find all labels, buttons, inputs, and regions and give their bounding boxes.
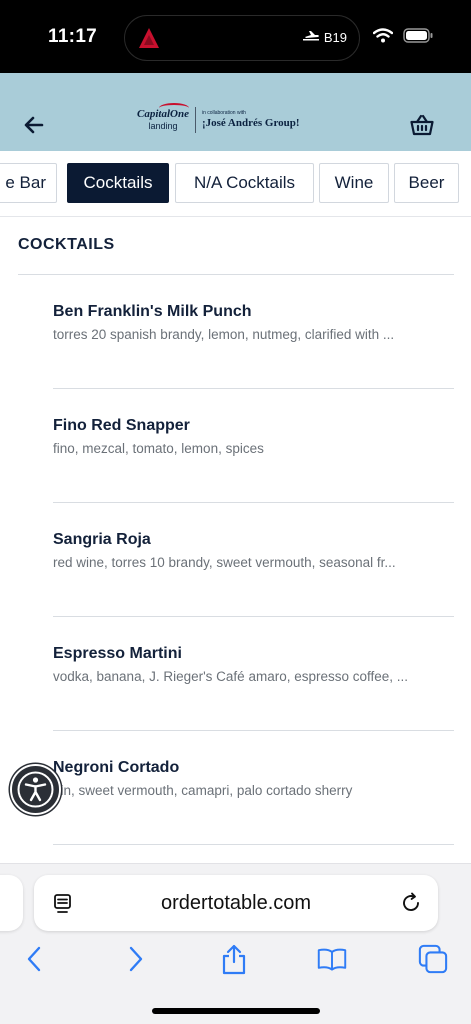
collab-text: in collaboration with xyxy=(201,110,246,116)
capital-one-landing-logo: CapitalOne landing xyxy=(137,103,189,131)
item-name: Ben Franklin's Milk Punch xyxy=(53,303,252,320)
tab-label: Cocktails xyxy=(83,173,153,192)
tab-wine[interactable]: Wine xyxy=(319,163,389,203)
jose-andres-wordmark: ¡José Andrés Group! xyxy=(201,117,300,129)
airplane-icon xyxy=(302,30,320,45)
item-description: red wine, torres 10 brandy, sweet vermou… xyxy=(53,555,396,570)
item-name: Espresso Martini xyxy=(53,645,182,662)
category-tabs: e Bar Cocktails N/A Cocktails Wine Beer xyxy=(0,151,471,217)
item-description: fino, mezcal, tomato, lemon, spices xyxy=(53,441,264,456)
tabs-icon[interactable] xyxy=(418,943,448,975)
item-name: Negroni Cortado xyxy=(53,759,180,776)
brand-logo: CapitalOne landing in collaboration with… xyxy=(137,103,300,133)
forward-icon[interactable] xyxy=(121,943,151,975)
battery-icon xyxy=(403,28,433,48)
jose-andres-logo: in collaboration with ¡José Andrés Group… xyxy=(202,111,300,129)
reload-icon[interactable] xyxy=(400,892,422,914)
flight-info: B19 xyxy=(302,30,347,45)
basket-icon[interactable] xyxy=(410,113,434,137)
menu-item[interactable]: Negroni Cortado gin, sweet vermouth, cam… xyxy=(53,731,454,845)
item-name: Sangria Roja xyxy=(53,531,151,548)
share-icon[interactable] xyxy=(219,943,249,975)
item-description: torres 20 spanish brandy, lemon, nutmeg,… xyxy=(53,327,395,342)
wifi-icon xyxy=(372,28,394,48)
url-text: ordertotable.com xyxy=(160,892,312,914)
item-description: gin, sweet vermouth, camapri, palo corta… xyxy=(53,783,353,798)
tab-cocktails[interactable]: Cocktails xyxy=(67,163,169,203)
menu-item[interactable]: Sangria Roja red wine, torres 10 brandy,… xyxy=(53,503,454,617)
tab-na-cocktails[interactable]: N/A Cocktails xyxy=(175,163,314,203)
address-bar[interactable]: ordertotable.com xyxy=(34,875,438,931)
accessibility-icon xyxy=(17,771,54,808)
flight-gate: B19 xyxy=(323,30,347,45)
tab-label: N/A Cocktails xyxy=(193,173,296,192)
home-indicator xyxy=(152,1008,320,1014)
tab-beer[interactable]: Beer xyxy=(394,163,459,203)
menu-item[interactable]: Fino Red Snapper fino, mezcal, tomato, l… xyxy=(53,389,454,503)
tab-label: Wine xyxy=(334,173,374,192)
menu-item[interactable]: Ben Franklin's Milk Punch torres 20 span… xyxy=(53,275,454,389)
section-title: COCKTAILS xyxy=(18,236,115,253)
airline-logo-icon xyxy=(137,26,161,55)
status-bar: 11:17 B19 xyxy=(0,0,471,73)
item-name: Fino Red Snapper xyxy=(53,417,190,434)
tab-label: Beer xyxy=(408,173,445,192)
brand-divider xyxy=(194,107,196,133)
status-time: 11:17 xyxy=(48,26,98,47)
menu-item[interactable]: Espresso Martini vodka, banana, J. Riege… xyxy=(53,617,454,731)
item-description: vodka, banana, J. Rieger's Café amaro, e… xyxy=(53,669,409,684)
app-header: CapitalOne landing in collaboration with… xyxy=(0,73,471,151)
dynamic-island: B19 xyxy=(124,15,360,61)
landing-wordmark: landing xyxy=(148,121,178,131)
back-arrow-icon[interactable] xyxy=(22,113,46,137)
tab-label: e Bar xyxy=(5,173,46,192)
tab-wine-bar[interactable]: e Bar xyxy=(0,163,57,203)
bookmarks-icon[interactable] xyxy=(317,943,347,975)
previous-tab-pill[interactable] xyxy=(0,875,23,931)
status-icons xyxy=(372,28,433,48)
browser-toolbar: ordertotable.com xyxy=(0,863,471,1024)
back-icon[interactable] xyxy=(19,943,49,975)
accessibility-button[interactable] xyxy=(10,764,61,815)
